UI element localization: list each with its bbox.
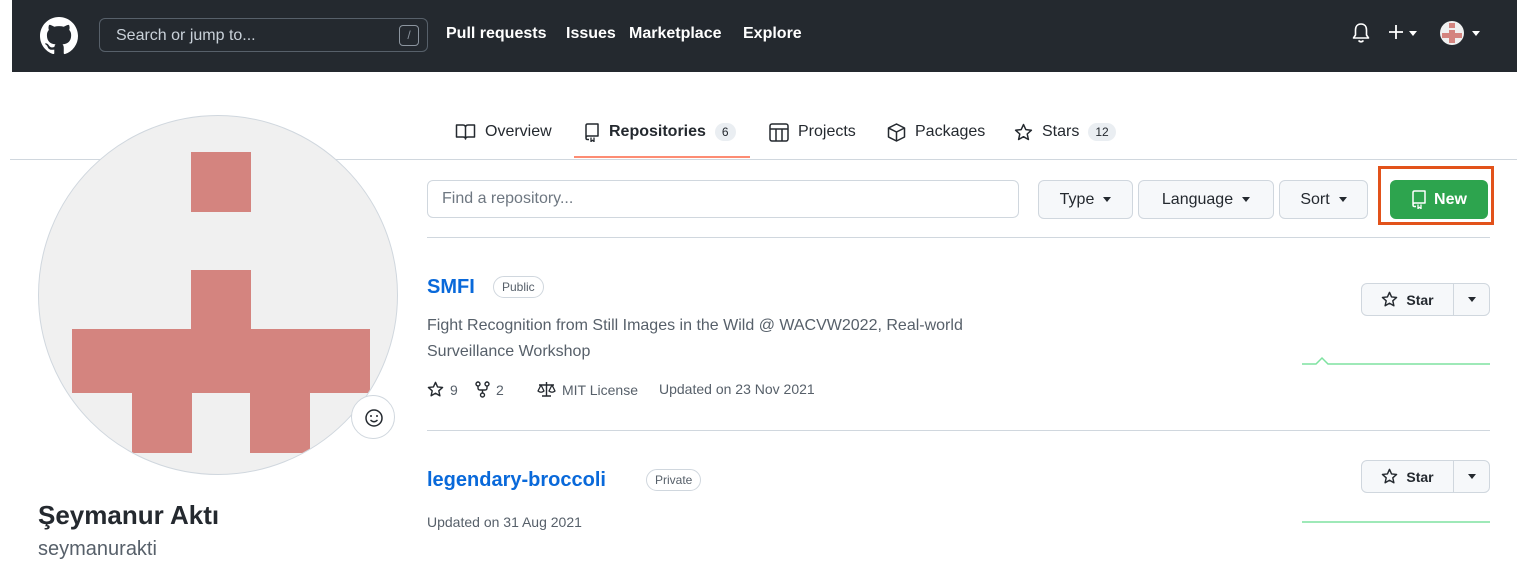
repo-updated: Updated on 31 Aug 2021 bbox=[427, 514, 582, 530]
find-repository-input[interactable] bbox=[427, 180, 1019, 218]
repo-icon bbox=[1412, 190, 1426, 209]
tab-projects[interactable]: Projects bbox=[769, 120, 856, 144]
star-list-dropdown[interactable] bbox=[1454, 284, 1489, 315]
book-icon bbox=[455, 124, 476, 140]
search-input[interactable]: Search or jump to... / bbox=[99, 18, 428, 52]
repo-license: MIT License bbox=[537, 381, 638, 398]
repo-stars-link[interactable]: 9 bbox=[427, 381, 458, 398]
tab-projects-label: Projects bbox=[798, 123, 856, 140]
star-icon bbox=[427, 381, 444, 397]
repo-name-link[interactable]: legendary-broccoli bbox=[427, 469, 606, 492]
repo-description-line-1: Fight Recognition from Still Images in t… bbox=[427, 317, 963, 334]
tab-overview[interactable]: Overview bbox=[455, 120, 552, 144]
repositories-count-badge: 6 bbox=[714, 123, 736, 141]
star-icon bbox=[1382, 291, 1398, 307]
nav-explore[interactable]: Explore bbox=[743, 25, 802, 43]
repo-updated-label: Updated on 23 Nov 2021 bbox=[659, 381, 815, 397]
active-tab-underline bbox=[574, 156, 750, 158]
package-icon bbox=[887, 122, 906, 142]
tab-overview-label: Overview bbox=[485, 123, 552, 140]
repo-updated-label: Updated on 31 Aug 2021 bbox=[427, 514, 582, 530]
sort-filter-label: Sort bbox=[1300, 190, 1330, 208]
tab-packages-label: Packages bbox=[915, 123, 986, 140]
star-button-label: Star bbox=[1406, 291, 1434, 308]
caret-down-icon bbox=[1103, 197, 1112, 202]
set-status-button[interactable] bbox=[351, 395, 395, 439]
caret-down-icon bbox=[1467, 297, 1476, 302]
list-divider bbox=[427, 430, 1490, 431]
user-avatar-menu-icon[interactable] bbox=[1439, 20, 1489, 48]
star-main-button[interactable]: Star bbox=[1362, 461, 1454, 492]
tab-stars-label: Stars bbox=[1042, 123, 1080, 140]
star-button[interactable]: Star bbox=[1361, 460, 1490, 493]
activity-sparkline bbox=[1302, 356, 1490, 365]
star-button[interactable]: Star bbox=[1361, 283, 1490, 316]
repo-description: Fight Recognition from Still Images in t… bbox=[427, 313, 1027, 365]
star-list-dropdown[interactable] bbox=[1454, 461, 1489, 492]
star-button-label: Star bbox=[1406, 468, 1434, 485]
fork-icon bbox=[475, 381, 490, 398]
visibility-badge: Private bbox=[646, 469, 702, 491]
new-repository-button[interactable]: New bbox=[1390, 180, 1488, 219]
star-main-button[interactable]: Star bbox=[1362, 284, 1454, 315]
repo-stars-count: 9 bbox=[450, 381, 458, 398]
search-placeholder: Search or jump to... bbox=[116, 27, 256, 44]
visibility-badge: Public bbox=[493, 276, 544, 298]
tab-stars[interactable]: Stars 12 bbox=[1014, 120, 1116, 144]
tab-repositories[interactable]: Repositories 6 bbox=[584, 120, 736, 144]
profile-username: seymanurakti bbox=[38, 538, 157, 560]
github-logo-icon[interactable] bbox=[40, 17, 78, 55]
caret-down-icon bbox=[1242, 197, 1251, 202]
law-scale-icon bbox=[537, 382, 556, 397]
language-filter-button[interactable]: Language bbox=[1138, 180, 1274, 219]
repo-description-line-2: Surveillance Workshop bbox=[427, 343, 591, 360]
new-button-label: New bbox=[1434, 190, 1467, 208]
repo-forks-count: 2 bbox=[496, 381, 504, 398]
profile-avatar bbox=[38, 115, 398, 475]
stars-count-badge: 12 bbox=[1088, 123, 1116, 141]
star-icon bbox=[1382, 468, 1398, 484]
repo-name-link[interactable]: SMFI bbox=[427, 276, 475, 299]
bell-icon[interactable] bbox=[1352, 22, 1370, 44]
top-header: Search or jump to... / Pull requests Iss… bbox=[12, 0, 1517, 72]
nav-pull-requests[interactable]: Pull requests bbox=[446, 25, 546, 43]
activity-sparkline bbox=[1302, 521, 1490, 523]
slash-shortcut-icon: / bbox=[399, 25, 419, 46]
tab-repositories-label: Repositories bbox=[609, 123, 706, 140]
star-icon bbox=[1014, 123, 1033, 140]
type-filter-button[interactable]: Type bbox=[1038, 180, 1133, 219]
repo-license-label: MIT License bbox=[562, 381, 638, 398]
tab-packages[interactable]: Packages bbox=[887, 120, 985, 144]
repo-icon bbox=[585, 122, 599, 142]
caret-down-icon bbox=[1467, 474, 1476, 479]
sort-filter-button[interactable]: Sort bbox=[1279, 180, 1368, 219]
type-filter-label: Type bbox=[1059, 190, 1095, 208]
list-divider bbox=[427, 237, 1490, 238]
repo-updated: Updated on 23 Nov 2021 bbox=[659, 381, 815, 397]
create-new-plus-icon[interactable] bbox=[1387, 22, 1421, 44]
profile-full-name: Şeymanur Aktı bbox=[38, 500, 220, 530]
smiley-icon bbox=[365, 409, 383, 427]
project-icon bbox=[769, 122, 789, 142]
language-filter-label: Language bbox=[1161, 190, 1234, 208]
repo-forks-link[interactable]: 2 bbox=[475, 381, 504, 398]
caret-down-icon bbox=[1338, 197, 1347, 202]
nav-marketplace[interactable]: Marketplace bbox=[629, 25, 722, 43]
nav-issues[interactable]: Issues bbox=[566, 25, 616, 43]
